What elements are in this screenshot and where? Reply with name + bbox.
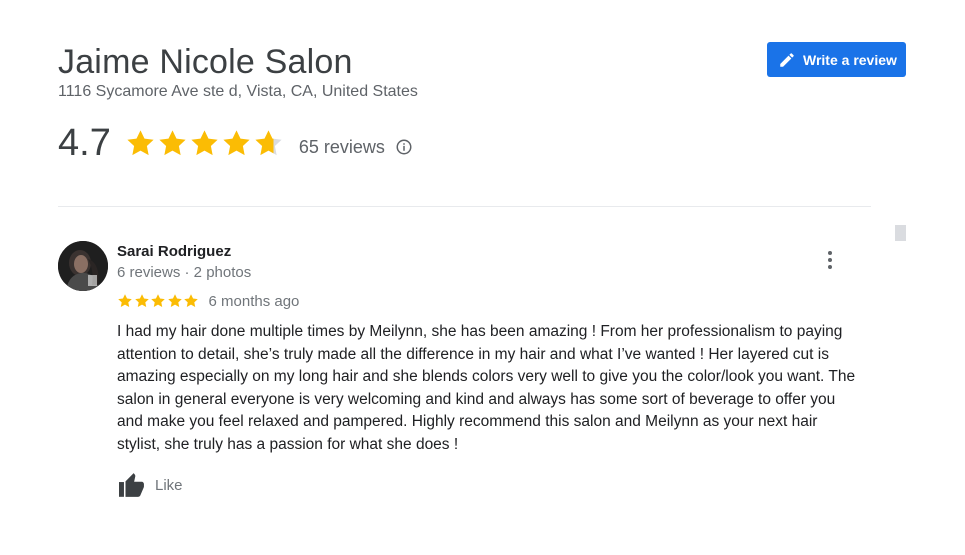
review-star-1 (118, 294, 132, 307)
reviewer-meta: 6 reviews · 2 photos (117, 264, 252, 281)
average-rating-stars (125, 128, 285, 159)
avatar[interactable] (58, 241, 108, 291)
section-divider (58, 206, 871, 207)
avg-star-2 (159, 129, 186, 155)
review-text: I had my hair done multiple times by Mei… (117, 323, 856, 453)
avg-star-1 (127, 129, 154, 155)
business-address: 1116 Sycamore Ave ste d, Vista, CA, Unit… (58, 83, 418, 100)
info-icon[interactable] (395, 138, 413, 156)
scrollbar-thumb[interactable] (895, 225, 906, 241)
avg-star-4 (223, 129, 250, 155)
review-star-2 (134, 294, 149, 307)
average-rating: 4.7 (58, 122, 111, 164)
like-label: Like (155, 476, 183, 494)
avg-star-3 (191, 129, 218, 155)
review-date: 6 months ago (208, 292, 300, 310)
like-button[interactable]: Like (117, 471, 183, 499)
review-stars (117, 293, 200, 309)
reviewer-name[interactable]: Sarai Rodriguez (117, 242, 231, 262)
review-star-3 (151, 294, 165, 307)
review-star-5 (184, 294, 198, 307)
review-count[interactable]: 65 reviews (299, 137, 385, 158)
more-options-button[interactable] (820, 250, 840, 274)
business-name: Jaime Nicole Salon (58, 43, 353, 81)
avg-star-5 (255, 129, 282, 155)
write-review-label: Write a review (803, 51, 897, 68)
review-page: Jaime Nicole Salon 1116 Sycamore Ave ste… (0, 0, 965, 555)
review-star-4 (167, 294, 182, 307)
review-rating: 6 months ago (117, 291, 299, 311)
more-vert-icon (827, 250, 833, 275)
write-review-button[interactable]: Write a review (767, 42, 906, 77)
pencil-icon (778, 51, 796, 69)
thumb-up-icon (117, 472, 147, 498)
rating-summary: 4.7 65 reviews (58, 118, 413, 168)
